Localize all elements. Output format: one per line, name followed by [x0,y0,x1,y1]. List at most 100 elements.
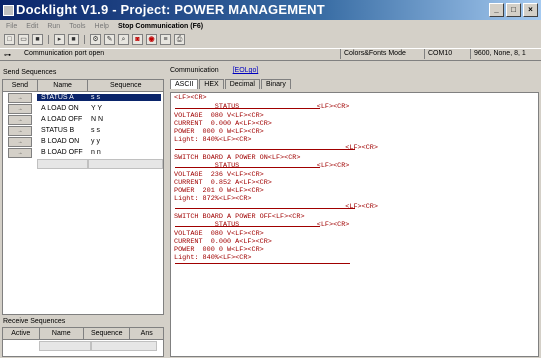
menu-help[interactable]: Help [95,23,109,30]
run-icon[interactable]: ▸ [54,34,65,45]
app-icon [3,5,14,16]
output-line: SWITCH BOARD A POWER OFF<LF><CR> [174,213,305,221]
communication-panel: Communication [EOLgo] ASCII HEX Decimal … [168,67,539,357]
output-line: CURRENT 0.000 A<LF><CR> [174,120,272,128]
stop-communication-menu[interactable]: Stop Communication (F6) [118,23,203,30]
send-button[interactable]: → [8,103,32,114]
column-send[interactable]: Send [3,80,38,91]
output-line: CURRENT 0.000 A<LF><CR> [174,238,272,246]
send-button[interactable]: → [8,125,32,136]
new-file-icon[interactable]: □ [4,34,15,45]
tab-ascii[interactable]: ASCII [170,79,199,89]
settings-icon[interactable]: ⚙ [90,34,101,45]
open-file-icon[interactable]: ▭ [18,34,29,45]
sequence-value: n n [91,149,101,156]
sequence-value: N N [91,116,104,123]
table-row[interactable]: → B LOAD ON y y [3,136,163,147]
new-name-cell[interactable] [36,158,88,169]
output-line: SWITCH BOARD A POWER ON<LF><CR> [174,154,301,162]
table-row[interactable]: → A LOAD ON Y Y [3,103,163,114]
communication-output[interactable]: <LF><CR> STATUS <LF><CR> VOLTAGE 080 V<L… [170,92,539,357]
close-button[interactable]: × [523,3,538,17]
status-port: COM10 [424,49,452,59]
send-button[interactable]: → [8,92,32,103]
tab-decimal[interactable]: Decimal [224,79,260,89]
menu-bar: File Edit Run Tools Help Stop Communicat… [0,20,541,32]
new-name-cell[interactable] [39,340,91,351]
output-line: VOLTAGE 080 V<LF><CR> [174,112,264,120]
table-row[interactable]: → A LOAD OFF N N [3,114,163,125]
sequence-name: B LOAD ON [41,138,80,145]
status-message: Communication port open [24,50,105,57]
eol-link[interactable]: [EOLgo] [233,67,259,74]
divider [175,263,350,264]
send-button[interactable]: → [8,114,32,125]
output-line: POWER 000 0 W<LF><CR> [174,246,264,254]
clear-icon[interactable]: ≡ [160,34,171,45]
maximize-button[interactable]: □ [506,3,521,17]
output-line: STATUS <LF><CR> [174,221,350,229]
column-answer[interactable]: Ans [130,328,163,339]
output-line: <LF><CR> [174,144,378,152]
edit-icon[interactable]: ✎ [104,34,115,45]
window-title: Docklight V1.9 - Project: POWER MANAGEME… [16,2,325,17]
send-button[interactable]: → [8,136,32,147]
communication-label: Communication [170,67,219,74]
table-row[interactable]: → STATUS B s s [3,125,163,136]
tab-hex[interactable]: HEX [199,79,224,89]
table-row[interactable]: → B LOAD OFF n n [3,147,163,158]
new-sequence-cell[interactable] [87,158,163,169]
output-line: Light: 872%<LF><CR> [174,195,252,203]
sequence-value: s s [91,127,100,134]
output-line: Light: 840%<LF><CR> [174,254,252,262]
column-active[interactable]: Active [3,328,40,339]
sequence-name: B LOAD OFF [41,149,83,156]
sequence-value: Y Y [91,105,103,112]
new-row[interactable] [3,158,163,169]
title-bar: Docklight V1.9 - Project: POWER MANAGEME… [0,0,541,20]
output-line: Light: 840%<LF><CR> [174,136,252,144]
new-row[interactable] [3,340,163,351]
send-sequences-grid: Send Name Sequence → STATUS A s s → A LO… [2,79,164,315]
snapshot-icon[interactable]: ◉ [146,34,157,45]
column-name[interactable]: Name [40,328,84,339]
output-line: STATUS <LF><CR> [174,162,350,170]
menu-edit[interactable]: Edit [26,23,38,30]
column-sequence[interactable]: Sequence [88,80,163,91]
output-line: POWER 201 0 W<LF><CR> [174,187,264,195]
output-line: VOLTAGE 236 V<LF><CR> [174,171,264,179]
new-sequence-cell[interactable] [91,340,157,351]
menu-file[interactable]: File [6,23,17,30]
search-icon[interactable]: ⌕ [118,34,129,45]
menu-run[interactable]: Run [47,23,60,30]
column-name[interactable]: Name [38,80,89,91]
output-line: VOLTAGE 080 V<LF><CR> [174,230,264,238]
receive-sequences-grid: Active Name Sequence Ans [2,327,164,357]
print-icon[interactable]: ⎙ [174,34,185,45]
toolbar-separator [84,35,85,44]
minimize-button[interactable]: _ [489,3,504,17]
table-row[interactable]: → STATUS A s s [3,92,163,103]
output-line: POWER 000 0 W<LF><CR> [174,128,264,136]
tab-binary[interactable]: Binary [261,79,291,89]
status-bar: ⊶ Communication port open Colors&Fonts M… [0,48,541,61]
tab-bar: ASCII HEX Decimal Binary [170,79,292,89]
sequence-value: y y [91,138,100,145]
sequence-name: A LOAD OFF [41,116,83,123]
status-settings: 9600, None, 8, 1 [470,49,526,59]
column-sequence[interactable]: Sequence [84,328,131,339]
output-line: STATUS <LF><CR> [174,103,350,111]
sequence-name: STATUS A [37,94,87,101]
color-mode-icon[interactable]: ◙ [132,34,143,45]
output-line: <LF><CR> [174,94,207,102]
send-button[interactable]: → [8,147,32,158]
output-line: CURRENT 0.852 A<LF><CR> [174,179,272,187]
menu-tools[interactable]: Tools [69,23,85,30]
sequence-name: STATUS B [41,127,75,134]
stop-icon[interactable]: ■ [68,34,79,45]
toolbar-separator [48,35,49,44]
toolbar: □ ▭ ■ ▸ ■ ⚙ ✎ ⌕ ◙ ◉ ≡ ⎙ [0,33,541,46]
save-icon[interactable]: ■ [32,34,43,45]
receive-sequences-label: Receive Sequences [3,318,66,325]
sequence-value: s s [87,94,161,101]
